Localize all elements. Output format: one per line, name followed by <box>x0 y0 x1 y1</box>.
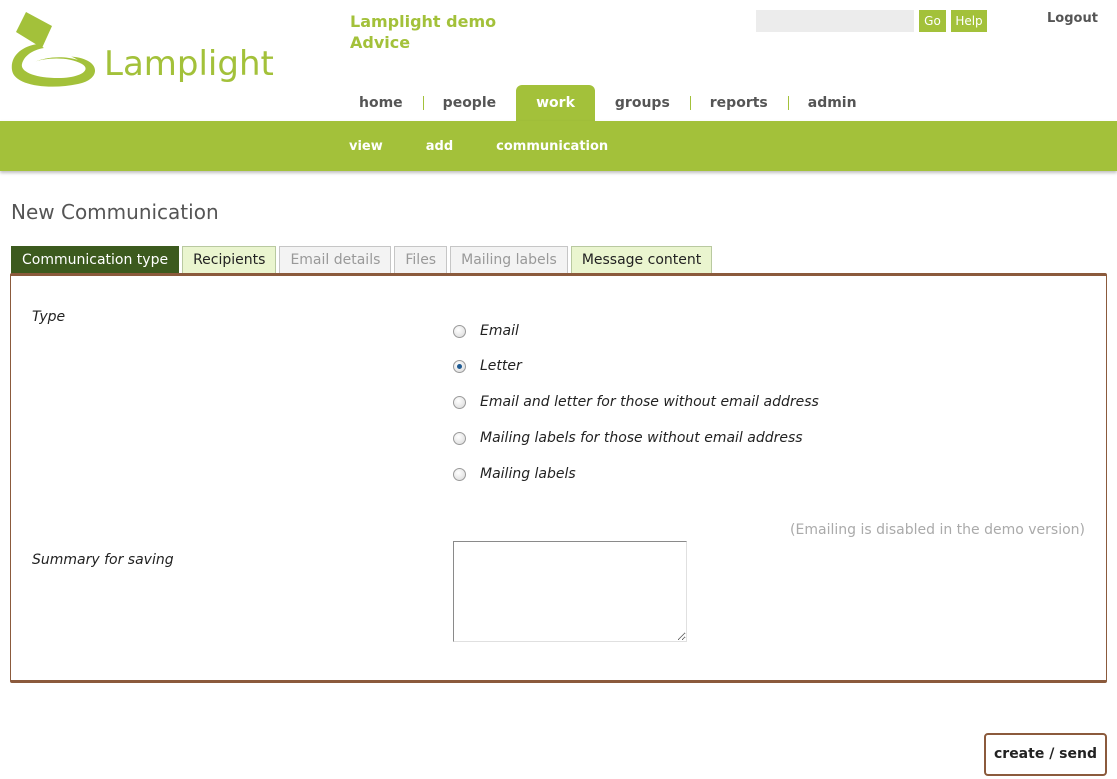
radio-mailing-labels-no-email[interactable] <box>453 431 466 445</box>
nav-groups[interactable]: groups <box>595 85 690 121</box>
tab-files: Files <box>394 246 448 274</box>
communication-type-panel: Type Email Letter Email and letter for t… <box>10 273 1107 683</box>
radio-email-and-letter[interactable] <box>453 395 466 409</box>
tab-recipients[interactable]: Recipients <box>182 246 277 274</box>
help-button[interactable]: Help <box>951 10 987 32</box>
org-name-line1: Lamplight demo <box>350 12 497 31</box>
nav-admin[interactable]: admin <box>787 85 877 121</box>
sub-nav-bar: view add communication <box>0 121 1117 171</box>
tab-communication-type[interactable]: Communication type <box>11 246 180 274</box>
type-label: Type <box>32 309 66 325</box>
option-mailing-labels-no-email-label[interactable]: Mailing labels for those without email a… <box>480 430 803 446</box>
main-nav: home people work groups reports admin <box>339 85 877 121</box>
nav-work[interactable]: work <box>516 85 595 121</box>
summary-label: Summary for saving <box>32 552 174 568</box>
sub-nav-add[interactable]: add <box>426 139 453 154</box>
option-letter[interactable]: Letter <box>453 356 522 376</box>
option-email-and-letter[interactable]: Email and letter for those without email… <box>453 392 819 412</box>
radio-mailing-labels[interactable] <box>453 467 466 481</box>
lamp-icon <box>11 12 96 87</box>
option-mailing-labels-no-email[interactable]: Mailing labels for those without email a… <box>453 428 803 448</box>
sub-nav-view[interactable]: view <box>349 139 383 154</box>
logo-text: Lamplight <box>104 44 274 84</box>
sub-nav-communication[interactable]: communication <box>496 139 608 154</box>
nav-home[interactable]: home <box>339 85 423 121</box>
org-name-line2: Advice <box>350 33 411 52</box>
logout-link[interactable]: Logout <box>1047 11 1098 26</box>
radio-letter[interactable] <box>453 359 466 373</box>
option-mailing-labels-label[interactable]: Mailing labels <box>480 466 576 482</box>
go-button[interactable]: Go <box>919 10 946 32</box>
tab-mailing-labels: Mailing labels <box>450 246 568 274</box>
search-input[interactable] <box>756 10 914 32</box>
tab-message-content[interactable]: Message content <box>570 246 713 274</box>
organisation-name: Lamplight demo Advice <box>350 11 550 53</box>
page-title: New Communication <box>11 200 219 224</box>
tab-bar: Communication type Recipients Email deta… <box>11 246 715 274</box>
option-mailing-labels[interactable]: Mailing labels <box>453 464 576 484</box>
sub-nav: view add communication <box>349 121 651 171</box>
create-send-button[interactable]: create / send <box>984 733 1107 776</box>
lamplight-logo[interactable]: Lamplight <box>8 10 278 92</box>
option-email[interactable]: Email <box>453 321 519 341</box>
option-letter-label[interactable]: Letter <box>480 358 522 374</box>
tab-email-details: Email details <box>279 246 392 274</box>
nav-people[interactable]: people <box>422 85 516 121</box>
nav-reports[interactable]: reports <box>689 85 788 121</box>
option-email-and-letter-label[interactable]: Email and letter for those without email… <box>480 394 819 410</box>
option-email-label[interactable]: Email <box>480 323 519 339</box>
summary-textarea[interactable] <box>453 541 687 642</box>
radio-email[interactable] <box>453 324 466 338</box>
emailing-disabled-note: (Emailing is disabled in the demo versio… <box>790 522 1085 538</box>
